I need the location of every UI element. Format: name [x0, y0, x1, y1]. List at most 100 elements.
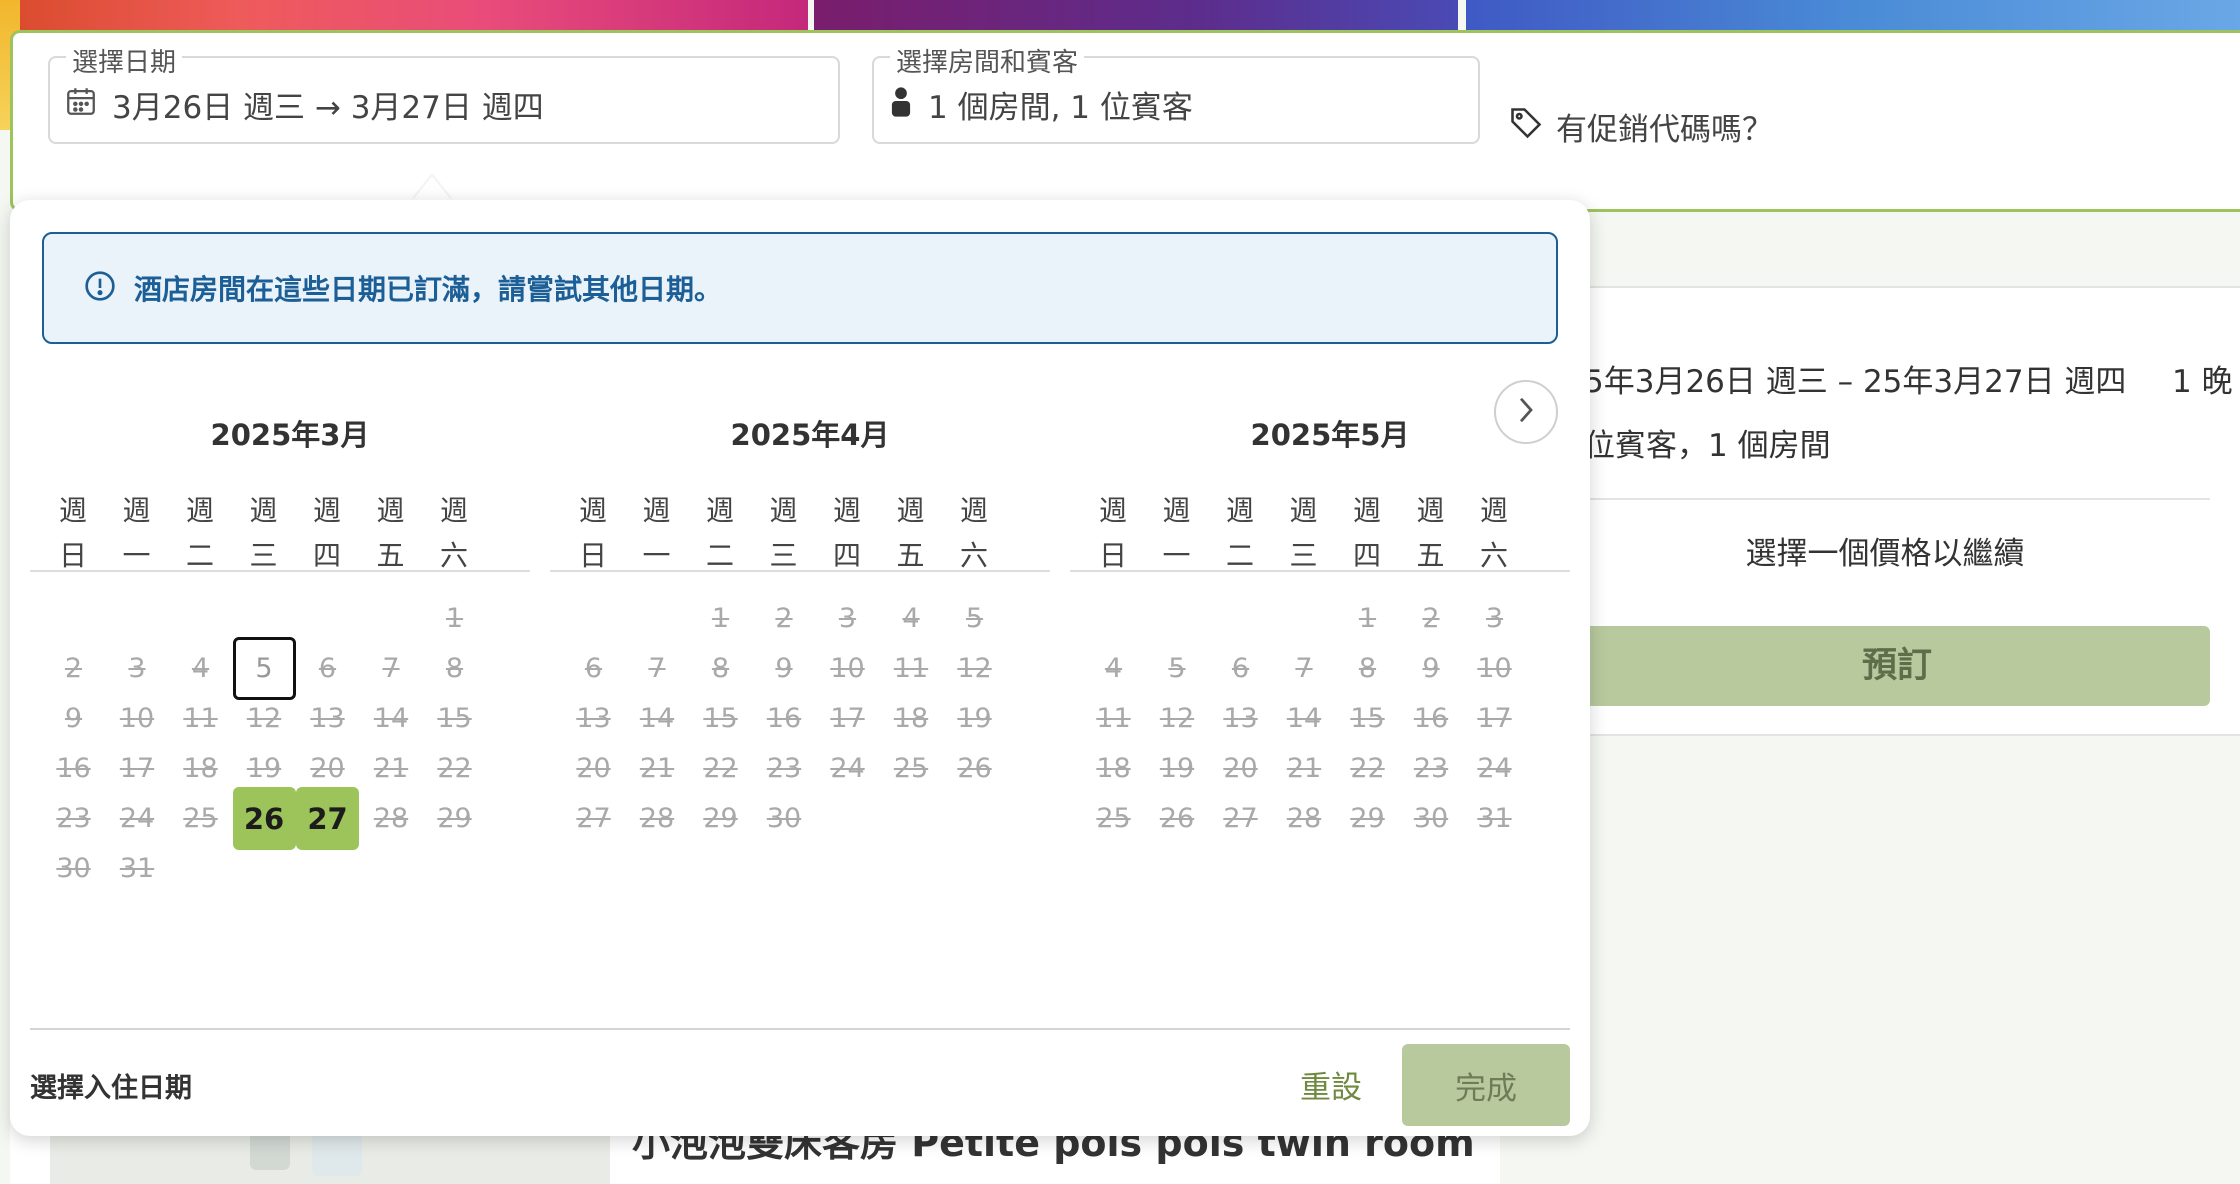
summary-guests: 位賓客，1 個房間 [1584, 428, 1831, 464]
calendar-day[interactable]: 31 [1463, 787, 1526, 850]
weekday-label: 週一 [1157, 488, 1197, 578]
calendar-day[interactable]: 29 [1336, 787, 1399, 850]
summary-hint: 選擇一個價格以繼續 [1745, 536, 2025, 572]
weekday-label-line: 週 [1225, 494, 1254, 527]
calendar-day[interactable]: 27 [562, 787, 625, 850]
weekday-label-line: 週 [1479, 494, 1508, 527]
weekday-label-line: 四 [1352, 539, 1381, 572]
weekday-label-line: 週 [1098, 494, 1127, 527]
weekday-label: 週二 [180, 488, 220, 578]
calendar-day[interactable]: 26 [232, 787, 296, 850]
weekday-label-line: 週 [896, 494, 925, 527]
calendar-day[interactable]: 30 [1400, 787, 1463, 850]
weekday-label-line: 週 [769, 494, 798, 527]
weekday-label-line: 二 [185, 539, 214, 572]
weekday-label: 週五 [1411, 488, 1451, 578]
person-icon [888, 85, 914, 125]
weekday-label: 週四 [827, 488, 867, 578]
summary-divider [1584, 498, 2210, 500]
calendar-day[interactable]: 28 [360, 787, 423, 850]
calendar-day[interactable]: 30 [42, 837, 105, 900]
weekday-label-line: 日 [578, 539, 607, 572]
popup-arrow [412, 176, 452, 201]
weekday-label: 週六 [1474, 488, 1514, 578]
book-button[interactable]: 預訂 [1584, 626, 2210, 706]
promo-code-link[interactable]: 有促銷代碼嗎？ [1508, 104, 1773, 149]
weekday-label-line: 二 [705, 539, 734, 572]
weekday-label: 週六 [954, 488, 994, 578]
weekday-label-line: 一 [122, 539, 151, 572]
weekday-label-line: 週 [578, 494, 607, 527]
weekday-label-line: 週 [1416, 494, 1445, 527]
guest-field-value: 1 個房間, 1 位賓客 [928, 90, 1193, 126]
weekday-label-line: 週 [122, 494, 151, 527]
date-field-label: 選擇日期 [66, 42, 183, 79]
calendar-day[interactable]: 29 [423, 787, 486, 850]
weekday-label: 週三 [244, 488, 284, 578]
checkin-prompt: 選擇入住日期 [30, 1073, 192, 1104]
reset-button[interactable]: 重設 [1300, 1062, 1362, 1107]
hero-image-3 [1466, 0, 2240, 32]
weekday-label-line: 四 [312, 539, 341, 572]
weekday-header: 週日週一週二週三週四週五週六 [1070, 488, 1570, 572]
weekday-label-line: 二 [1225, 539, 1254, 572]
month-title: 2025年3月 [210, 418, 370, 452]
weekday-label-line: 一 [1162, 539, 1191, 572]
weekday-label-line: 週 [312, 494, 341, 527]
booking-summary: 5年3月26日 週三 – 25年3月27日 週四 1 晚 位賓客，1 個房間 選… [1560, 286, 2240, 736]
weekday-label-line: 週 [642, 494, 671, 527]
weekday-label-line: 三 [1289, 539, 1318, 572]
weekday-label-line: 週 [439, 494, 468, 527]
calendar-day[interactable]: 24 [816, 737, 879, 800]
date-field[interactable]: 選擇日期 3月26日 週三 → 3月27日 週四 [48, 42, 840, 144]
month-title: 2025年5月 [1250, 418, 1410, 452]
summary-nights: 1 晚 [2172, 364, 2233, 400]
calendar-day[interactable]: 25 [169, 787, 232, 850]
hero-banner [0, 0, 2240, 130]
calendar-day[interactable]: 31 [106, 837, 169, 900]
guest-field-label: 選擇房間和賓客 [890, 42, 1085, 79]
calendar-day[interactable]: 28 [626, 787, 689, 850]
weekday-label: 週三 [1284, 488, 1324, 578]
weekday-label-line: 週 [249, 494, 278, 527]
weekday-label: 週五 [371, 488, 411, 578]
guest-field[interactable]: 選擇房間和賓客 1 個房間, 1 位賓客 [872, 42, 1480, 144]
hero-image-2 [814, 0, 1458, 32]
calendar-icon [64, 84, 98, 126]
weekday-label-line: 週 [1162, 494, 1191, 527]
calendar-day[interactable]: 27 [296, 787, 359, 850]
weekday-label-line: 週 [705, 494, 734, 527]
tag-icon [1508, 105, 1544, 149]
weekday-label: 週四 [307, 488, 347, 578]
room-image-object [250, 1130, 290, 1170]
weekday-header: 週日週一週二週三週四週五週六 [550, 488, 1050, 572]
hero-image-1 [0, 0, 808, 32]
weekday-label: 週二 [700, 488, 740, 578]
calendar-day[interactable]: 29 [689, 787, 752, 850]
date-picker-popup: 酒店房間在這些日期已訂滿，請嘗試其他日期。 2025年3月 週日週一週二週三週四… [10, 200, 1590, 1136]
summary-dates: 5年3月26日 週三 – 25年3月27日 週四 [1584, 364, 2127, 400]
weekday-label: 週日 [1093, 488, 1133, 578]
calendar-day[interactable]: 26 [943, 737, 1006, 800]
weekday-label-line: 週 [1352, 494, 1381, 527]
calendar-day[interactable]: 30 [753, 787, 816, 850]
calendar-day[interactable]: 25 [1082, 787, 1145, 850]
weekday-label: 週五 [891, 488, 931, 578]
calendar-day[interactable]: 25 [880, 737, 943, 800]
calendar-day[interactable]: 27 [1209, 787, 1272, 850]
weekday-label-line: 四 [832, 539, 861, 572]
weekday-label: 週三 [764, 488, 804, 578]
weekday-label-line: 週 [1289, 494, 1318, 527]
weekday-label-line: 日 [58, 539, 87, 572]
weekday-label-line: 日 [1098, 539, 1127, 572]
weekday-label-line: 六 [959, 539, 988, 572]
calendar-day[interactable]: 28 [1273, 787, 1336, 850]
calendar-day[interactable]: 26 [1146, 787, 1209, 850]
weekday-label: 週一 [637, 488, 677, 578]
weekday-label-line: 五 [376, 539, 405, 572]
done-button[interactable]: 完成 [1402, 1044, 1570, 1126]
popup-divider [30, 1028, 1570, 1030]
weekday-label-line: 五 [896, 539, 925, 572]
weekday-label-line: 三 [249, 539, 278, 572]
promo-code-label: 有促銷代碼嗎？ [1556, 112, 1773, 148]
